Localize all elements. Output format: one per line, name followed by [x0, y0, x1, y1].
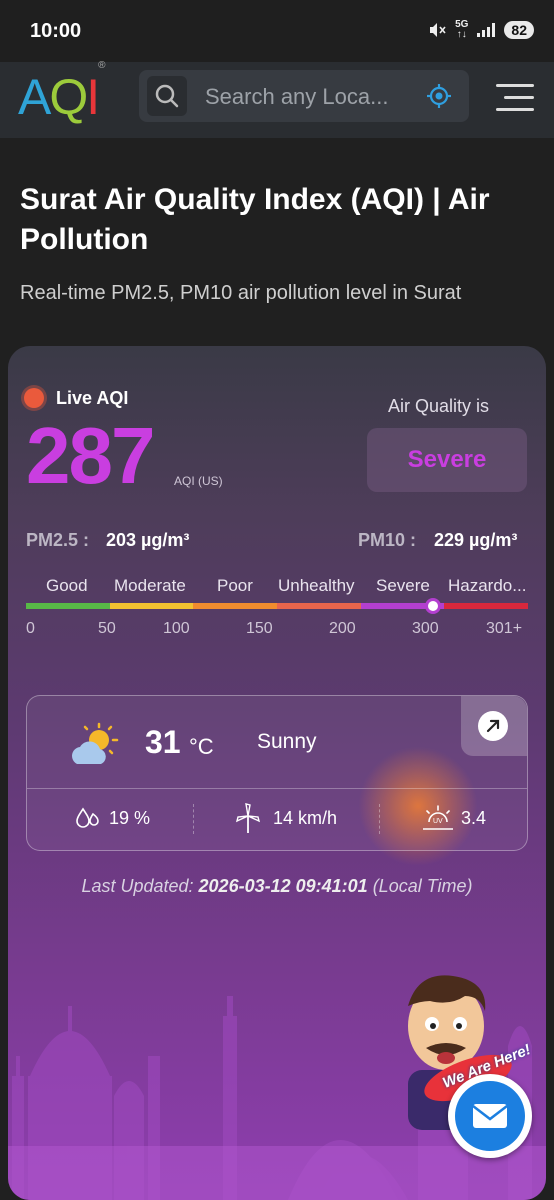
scale-number: 200: [329, 620, 356, 637]
scale-segment-poor: [193, 603, 278, 609]
partly-sunny-icon: [69, 722, 121, 773]
scale-segment-hazardous: [444, 603, 529, 609]
pm10-label: PM10 :: [358, 530, 417, 550]
scale-category: Good: [46, 576, 88, 595]
contact-mail-button[interactable]: [448, 1074, 532, 1158]
last-updated-suffix: (Local Time): [372, 876, 473, 896]
scale-category: Moderate: [114, 576, 186, 595]
aqi-value: 287: [26, 411, 155, 500]
svg-text:UV: UV: [433, 818, 443, 825]
scale-category: Hazardo...: [448, 576, 527, 595]
scale-segment-unhealthy: [277, 603, 361, 609]
search-icon[interactable]: [147, 76, 187, 116]
logo-i: I: [86, 69, 100, 125]
wind-turbine-icon: [235, 803, 261, 833]
logo-q: Q: [49, 69, 88, 125]
uv-index-icon: UV: [423, 805, 453, 830]
weather-divider: [27, 788, 527, 789]
search-input[interactable]: Search any Loca...: [139, 70, 469, 122]
last-updated-label: Last Updated:: [81, 876, 194, 896]
wind-value: 14 km/h: [273, 808, 338, 828]
aqi-unit: AQI (US): [174, 474, 223, 488]
weather-box: 31 °C Sunny 19 % 14 km/h UV 3.4: [26, 695, 528, 851]
aqi-scale-marker: [425, 598, 442, 614]
pm10-value: 229 µg/m³: [434, 530, 518, 550]
scale-number: 301+: [486, 620, 523, 637]
temperature-value: 31: [145, 724, 181, 760]
aqi-scale-bar: [26, 598, 529, 614]
logo-mark: ®: [98, 60, 106, 72]
pm25-label: PM2.5 :: [26, 530, 90, 550]
status-bar: 10:00 5G ↑↓ 82: [0, 0, 554, 62]
site-header: AQI® Search any Loca...: [0, 60, 554, 138]
mute-icon: [430, 23, 446, 37]
menu-icon[interactable]: [496, 84, 534, 120]
last-updated: Last Updated: 2026-03-12 09:41:01 (Local…: [8, 876, 546, 897]
network-label: 5G: [455, 19, 469, 30]
page-title: Surat Air Quality Index (AQI) | Air Poll…: [20, 183, 490, 256]
air-quality-is-label: Air Quality is: [388, 396, 490, 416]
open-weather-button[interactable]: [461, 696, 527, 756]
scale-number: 300: [412, 620, 439, 637]
live-dot-icon: [24, 388, 44, 408]
humidity-icon: [76, 807, 99, 828]
pm25-value: 203 µg/m³: [106, 530, 190, 550]
scale-number: 100: [163, 620, 190, 637]
scale-category: Poor: [217, 576, 253, 595]
search-placeholder: Search any Loca...: [205, 84, 389, 109]
status-icons: 5G ↑↓ 82: [428, 20, 534, 40]
scale-category: Severe: [376, 576, 430, 595]
battery-indicator: 82: [504, 21, 534, 39]
mail-icon[interactable]: [455, 1081, 525, 1151]
scale-number: 50: [98, 620, 116, 637]
network-5g-icon: 5G ↑↓: [455, 19, 469, 40]
page-subtitle: Real-time PM2.5, PM10 air pollution leve…: [20, 282, 462, 304]
status-time: 10:00: [30, 20, 82, 42]
external-arrow-icon[interactable]: [478, 711, 508, 741]
stat-divider: [193, 804, 195, 834]
last-updated-value: 2026-03-12 09:41:01: [198, 876, 368, 896]
temperature-unit: °C: [189, 734, 214, 759]
signal-icon: [477, 23, 496, 37]
locate-icon[interactable]: [425, 82, 453, 115]
scale-segment-good: [26, 603, 110, 609]
scale-category: Unhealthy: [278, 576, 355, 595]
severity-badge: Severe: [367, 428, 527, 492]
logo-a: A: [18, 69, 51, 125]
weather-condition: Sunny: [257, 730, 317, 753]
scale-segment-moderate: [109, 603, 194, 609]
scale-number: 150: [246, 620, 273, 637]
scale-number: 0: [26, 620, 35, 637]
humidity-value: 19 %: [109, 808, 151, 828]
aqi-logo[interactable]: AQI®: [18, 60, 106, 126]
uv-value: 3.4: [461, 808, 487, 828]
live-aqi-label: Live AQI: [56, 388, 129, 408]
stat-divider: [379, 804, 381, 834]
aqi-card: Live AQI 287 AQI (US) Air Quality is Sev…: [8, 346, 546, 1200]
